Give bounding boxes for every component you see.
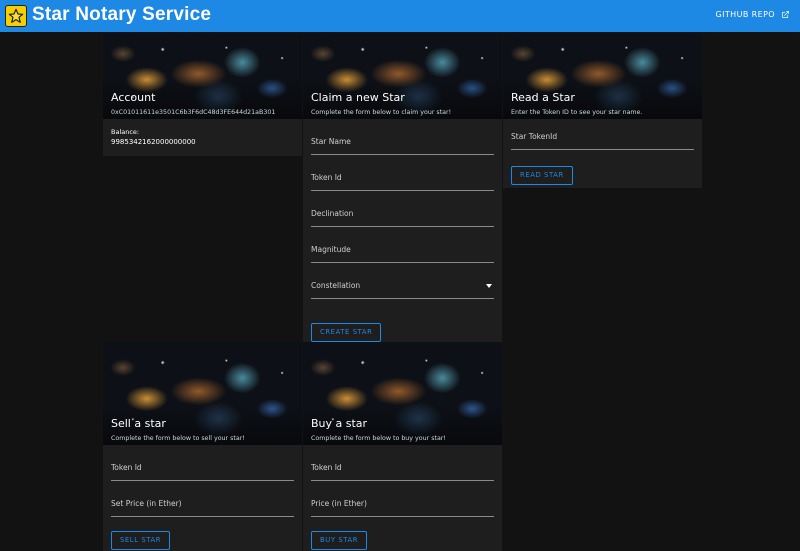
app-title: Star Notary Service: [32, 4, 212, 25]
constellation-select[interactable]: Constellation: [311, 263, 494, 299]
claim-star-card: Claim a new Star Complete the form below…: [303, 32, 502, 342]
buy-subtitle: Complete the form below to buy your star…: [311, 435, 446, 442]
account-card-image: Account 0xC01011611e3501C6b3F6dC48d3FE64…: [103, 32, 302, 119]
sell-card-image: Sell a star Complete the form below to s…: [103, 342, 302, 445]
magnitude-field[interactable]: Magnitude: [311, 227, 494, 263]
read-subtitle: Enter the Token ID to see your star name…: [511, 109, 643, 116]
claim-card-image: Claim a new Star Complete the form below…: [303, 32, 502, 119]
price-field[interactable]: Price (in Ether): [311, 481, 494, 517]
claim-subtitle: Complete the form below to claim your st…: [311, 109, 452, 116]
set-price-label: Set Price (in Ether): [111, 499, 182, 508]
account-card: Account 0xC01011611e3501C6b3F6dC48d3FE64…: [103, 32, 302, 156]
create-star-button[interactable]: CREATE STAR: [311, 323, 382, 342]
buy-token-id-field[interactable]: Token Id: [311, 445, 494, 481]
buy-token-id-label: Token Id: [311, 463, 342, 472]
buy-star-button[interactable]: BUY STAR: [311, 531, 368, 550]
sell-token-id-field[interactable]: Token Id: [111, 445, 294, 481]
price-label: Price (in Ether): [311, 499, 367, 508]
declination-field[interactable]: Declination: [311, 191, 494, 227]
balance-value: 9985342162000000000: [111, 138, 196, 146]
account-title: Account: [111, 91, 156, 104]
token-id-label: Token Id: [311, 173, 342, 182]
star-tokenid-field[interactable]: Star TokenId: [511, 119, 694, 150]
magnitude-label: Magnitude: [311, 245, 351, 254]
sell-subtitle: Complete the form below to sell your sta…: [111, 435, 245, 442]
buy-title: Buy a star: [311, 417, 368, 430]
sell-star-card: Sell a star Complete the form below to s…: [103, 342, 302, 551]
star-logo-icon: [5, 5, 27, 27]
read-card-image: Read a Star Enter the Token ID to see yo…: [503, 32, 702, 119]
star-tokenid-label: Star TokenId: [511, 132, 558, 141]
set-price-field[interactable]: Set Price (in Ether): [111, 481, 294, 517]
account-address: 0xC01011611e3501C6b3F6dC48d3FE644d21aB30…: [111, 109, 276, 116]
external-link-icon: [781, 10, 790, 19]
token-id-field[interactable]: Token Id: [311, 155, 494, 191]
dropdown-arrow-icon: [486, 284, 492, 288]
sell-star-button[interactable]: SELL STAR: [111, 531, 171, 550]
balance-label: Balance:: [111, 128, 140, 136]
star-name-field[interactable]: Star Name: [311, 119, 494, 155]
github-repo-link[interactable]: GITHUB REPO: [716, 10, 790, 19]
constellation-label: Constellation: [311, 281, 361, 290]
sell-title: Sell a star: [111, 417, 166, 430]
buy-card-image: Buy a star Complete the form below to bu…: [303, 342, 502, 445]
claim-title: Claim a new Star: [311, 91, 405, 104]
read-title: Read a Star: [511, 91, 575, 104]
read-star-button[interactable]: READ STAR: [511, 166, 573, 185]
sell-token-id-label: Token Id: [111, 463, 142, 472]
star-name-label: Star Name: [311, 137, 351, 146]
buy-star-card: Buy a star Complete the form below to bu…: [303, 342, 502, 551]
app-bar: Star Notary Service GITHUB REPO: [0, 0, 800, 32]
declination-label: Declination: [311, 209, 354, 218]
read-star-card: Read a Star Enter the Token ID to see yo…: [503, 32, 702, 188]
github-repo-label: GITHUB REPO: [715, 10, 775, 19]
